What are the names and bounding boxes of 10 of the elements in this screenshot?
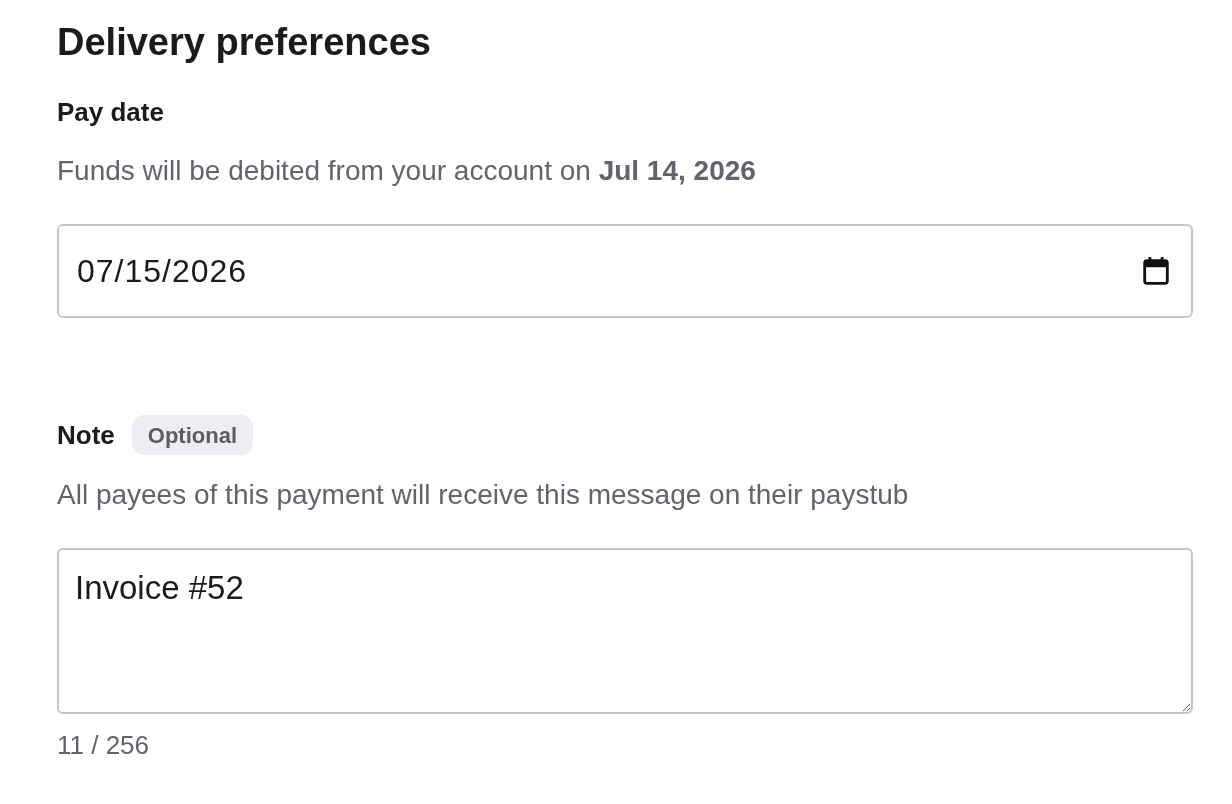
section-title: Delivery preferences xyxy=(57,20,431,64)
field-label: Pay date xyxy=(57,96,164,128)
optional-badge: Optional xyxy=(131,415,253,455)
note-field[interactable]: Invoice #52 xyxy=(57,548,1193,714)
date-field[interactable]: 07/15/2026 xyxy=(57,224,1193,318)
field-description: Funds will be debited from your account on Jul 14, 2026 xyxy=(57,154,756,188)
calendar-icon[interactable] xyxy=(1143,257,1169,285)
field-label: Note xyxy=(57,419,115,451)
character-counter: 11 / 256 xyxy=(57,729,150,761)
field-description: All payees of this payment will receive this message on their paystub xyxy=(57,478,909,512)
